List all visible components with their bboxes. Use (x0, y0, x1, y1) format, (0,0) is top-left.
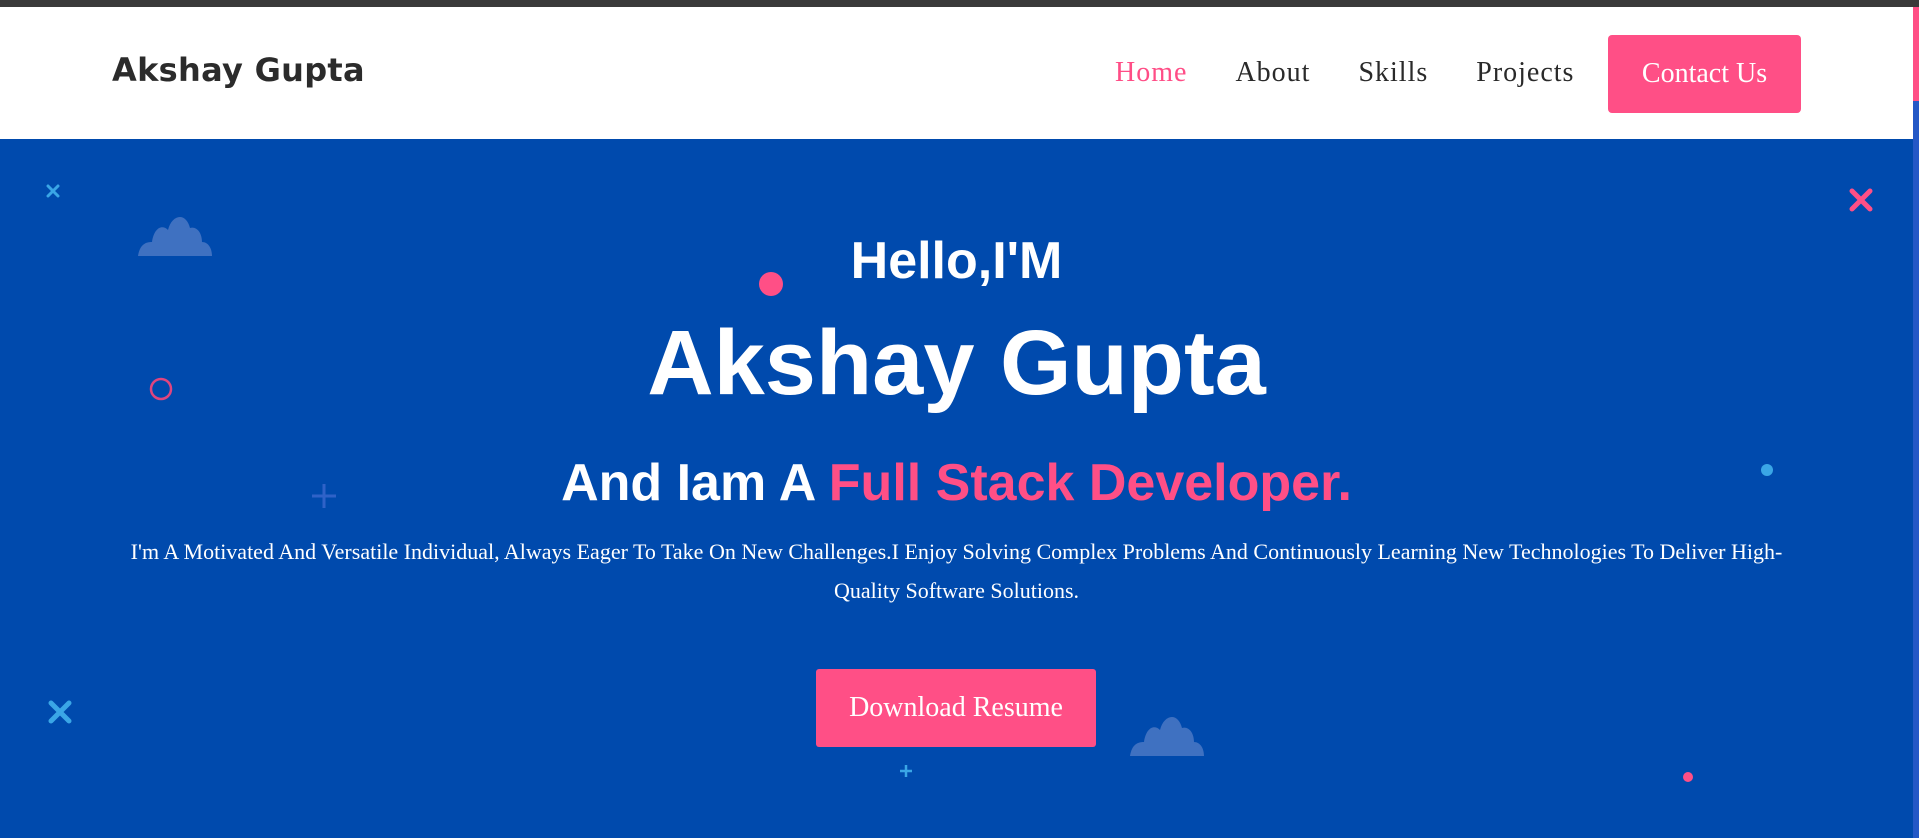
plus-icon (900, 765, 912, 777)
hero-description: I'm A Motivated And Versatile Individual… (130, 539, 1783, 603)
navbar: Akshay Gupta Home About Skills Projects … (0, 7, 1913, 139)
brand-logo[interactable]: Akshay Gupta (112, 51, 365, 89)
hero-role-prefix: And Iam A (561, 454, 829, 512)
nav-projects-link[interactable]: Projects (1476, 57, 1574, 89)
nav-home-link[interactable]: Home (1115, 57, 1187, 89)
download-resume-button[interactable]: Download Resume (816, 669, 1096, 747)
hero-section: Hello,I'M Akshay Gupta And Iam A Full St… (0, 139, 1913, 838)
nav-skills-link[interactable]: Skills (1358, 57, 1428, 89)
hero-role: And Iam A Full Stack Developer. (0, 453, 1913, 513)
cloud-icon (1130, 716, 1204, 756)
nav-links: Home About Skills Projects (1115, 57, 1622, 89)
nav-about-link[interactable]: About (1235, 57, 1310, 89)
dot-icon (1683, 772, 1693, 782)
hero-name: Akshay Gupta (647, 312, 1266, 414)
cross-icon (46, 184, 60, 198)
scrollbar[interactable] (1913, 7, 1919, 838)
contact-us-button[interactable]: Contact Us (1608, 35, 1801, 113)
top-strip (0, 0, 1919, 7)
cross-icon (48, 700, 72, 724)
hero-greeting: Hello,I'M (850, 232, 1063, 290)
scrollbar-thumb[interactable] (1913, 7, 1919, 101)
hero-role-highlight: Full Stack Developer. (828, 454, 1352, 512)
scrollbar-track (1913, 101, 1919, 838)
cross-icon (1849, 188, 1873, 212)
